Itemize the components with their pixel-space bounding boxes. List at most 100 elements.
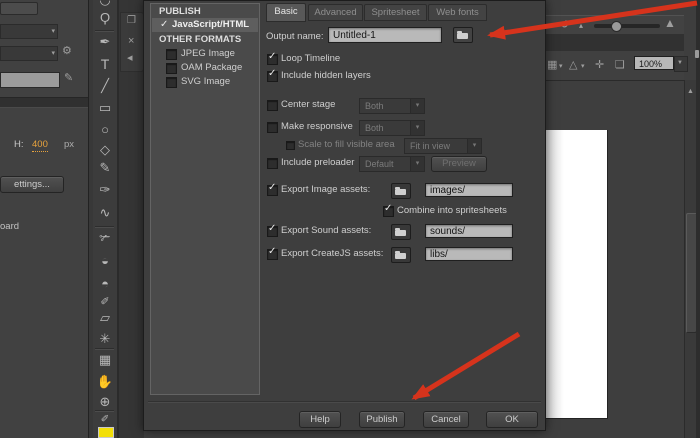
partial-tool[interactable]: ◡ (93, 0, 117, 8)
scroll-down-icon[interactable]: ▼ (684, 2, 691, 9)
loop-timeline-checkbox[interactable]: ✓ (267, 54, 278, 65)
property-dropdown-1[interactable]: ▾ (0, 24, 58, 39)
createjs-folder-button[interactable] (391, 247, 411, 263)
text-tool[interactable]: T (93, 56, 117, 72)
ink-bottle-tool[interactable]: ◓ (93, 276, 117, 292)
registration-grid-icon[interactable]: ✛ (595, 58, 604, 71)
createjs-path-input[interactable] (425, 247, 513, 261)
toolbar-divider (95, 30, 114, 31)
section-divider (0, 97, 88, 108)
output-name-input[interactable] (328, 27, 442, 43)
panel-tab: ❐ × ◂ (120, 12, 144, 72)
combine-spritesheets-checkbox[interactable]: ✓ (383, 206, 394, 217)
cancel-button[interactable]: Cancel (423, 411, 469, 428)
polystar-tool[interactable]: ◇ (93, 142, 117, 158)
clapperboard-icon[interactable]: ▦ (547, 58, 557, 71)
format-item-javascript-html[interactable]: ✓ JavaScript/HTML (152, 18, 258, 32)
line-tool[interactable]: ╱ (93, 78, 117, 94)
frame-size-slider-thumb[interactable] (611, 21, 622, 32)
small-frame-icon[interactable]: ▴ (579, 21, 583, 30)
pencil-tool[interactable]: ✎ (93, 160, 117, 176)
scale-fill-checkbox[interactable] (286, 141, 295, 150)
export-image-label: Export Image assets: (281, 184, 370, 196)
sound-folder-button[interactable] (391, 224, 411, 240)
help-button[interactable]: Help (299, 411, 341, 428)
brush-tool[interactable]: ✑ (93, 182, 117, 198)
publish-button[interactable]: Publish (359, 411, 405, 428)
large-frame-icon[interactable]: ▲ (664, 16, 676, 30)
format-item-label: JavaScript/HTML (172, 19, 249, 31)
property-text-field[interactable] (0, 72, 60, 88)
frame-outline-icon[interactable]: ❏ (615, 58, 625, 71)
pen-tool[interactable]: ✒ (93, 34, 117, 50)
oval-tool[interactable]: ○ (93, 122, 117, 138)
jpeg-checkbox[interactable] (166, 49, 177, 60)
make-responsive-checkbox[interactable] (267, 122, 278, 133)
tools-panel: ◡ Ϙ ✒ T ╱ ▭ ○ ◇ ✎ ✑ ∿ ✃ ◒ ◓ ✐ ▱ ✳ ▦ ✋ ⊕ … (93, 0, 118, 438)
scale-fill-select[interactable]: Fit in view▾ (404, 138, 482, 154)
center-stage-select[interactable]: Both▾ (359, 98, 425, 114)
right-workspace: ↺ ▴ ▲ ▼ ▦ ▾ △ ▾ ✛ ❏ 100% ▼ ▲ (545, 0, 684, 438)
zoom-tool[interactable]: ⊕ (93, 394, 117, 410)
ok-button[interactable]: OK (486, 411, 538, 428)
tab-basic[interactable]: Basic (266, 3, 306, 22)
scroll-up-icon[interactable]: ▲ (687, 88, 694, 95)
close-icon[interactable]: × (128, 35, 134, 47)
tab-advanced[interactable]: Advanced (308, 4, 363, 21)
check-icon: ✓ (268, 247, 276, 257)
loop-playback-icon[interactable]: ↺ (560, 18, 569, 31)
browse-folder-button[interactable] (453, 27, 473, 43)
stage-zoom-dropdown-button[interactable]: ▼ (674, 56, 688, 72)
fill-color-swatch[interactable] (98, 427, 114, 438)
asset-warp-tool[interactable]: ✳ (93, 331, 117, 347)
tab-spritesheet[interactable]: Spritesheet (364, 4, 427, 21)
tab-web-fonts[interactable]: Web fonts (428, 4, 487, 21)
stage-canvas[interactable] (545, 130, 608, 419)
stage-zoom-value[interactable]: 100% (634, 56, 674, 70)
preview-button[interactable]: Preview (431, 156, 487, 172)
hand-tool[interactable]: ✋ (93, 374, 117, 390)
color-sampler-icon[interactable]: ✐ (93, 412, 117, 428)
export-sound-checkbox[interactable]: ✓ (267, 226, 278, 237)
panel-flyout-icon[interactable]: ❐ (127, 15, 136, 26)
width-tool[interactable]: ∿ (93, 205, 117, 221)
collapse-left-icon[interactable]: ◂ (127, 51, 133, 64)
center-stage-checkbox[interactable] (267, 100, 278, 111)
pencil-edit-icon[interactable]: ✎ (64, 71, 73, 84)
export-createjs-checkbox[interactable]: ✓ (267, 249, 278, 260)
chevron-down-icon: ▼ (677, 60, 683, 66)
height-value[interactable]: 400 (32, 139, 48, 152)
lasso-tool[interactable]: Ϙ (93, 10, 117, 26)
advanced-settings-button[interactable]: ettings... (0, 176, 64, 193)
edit-symbols-icon[interactable]: △ (569, 58, 577, 71)
board-label: oard (0, 221, 19, 233)
camera-tool[interactable]: ▦ (93, 352, 117, 368)
rectangle-tool[interactable]: ▭ (93, 100, 117, 116)
dialog-footer-divider (148, 401, 541, 402)
height-label: H: (14, 139, 24, 151)
include-preloader-checkbox[interactable] (267, 158, 278, 169)
wrench-icon[interactable]: ⚙ (62, 44, 72, 57)
export-image-checkbox[interactable]: ✓ (267, 185, 278, 196)
panel-button-stub[interactable] (0, 2, 38, 15)
svg-checkbox[interactable] (166, 77, 177, 88)
timeline-footer: ↺ ▴ ▲ (545, 15, 684, 36)
sound-path-input[interactable] (425, 224, 513, 238)
make-responsive-select[interactable]: Both▾ (359, 120, 425, 136)
property-dropdown-2[interactable]: ▾ (0, 46, 58, 61)
paint-bucket-tool[interactable]: ◒ (93, 253, 117, 269)
height-unit-label: px (64, 139, 74, 151)
format-item-label: SVG Image (181, 76, 230, 88)
eraser-tool[interactable]: ▱ (93, 310, 117, 326)
frame-size-slider-track[interactable] (594, 24, 660, 28)
eyedropper-tool[interactable]: ✐ (93, 294, 117, 310)
docked-panel-icon[interactable] (695, 50, 699, 58)
bone-tool[interactable]: ✃ (93, 230, 117, 246)
animate-workspace: ▾ ▾ ⚙ ✎ H: 400 px ettings... oard ◡ Ϙ ✒ … (0, 0, 700, 438)
other-formats-header: OTHER FORMATS (159, 34, 241, 46)
image-path-input[interactable] (425, 183, 513, 197)
oam-checkbox[interactable] (166, 63, 177, 74)
preloader-select[interactable]: Default▾ (359, 156, 425, 172)
image-folder-button[interactable] (391, 183, 411, 199)
include-hidden-layers-checkbox[interactable]: ✓ (267, 71, 278, 82)
